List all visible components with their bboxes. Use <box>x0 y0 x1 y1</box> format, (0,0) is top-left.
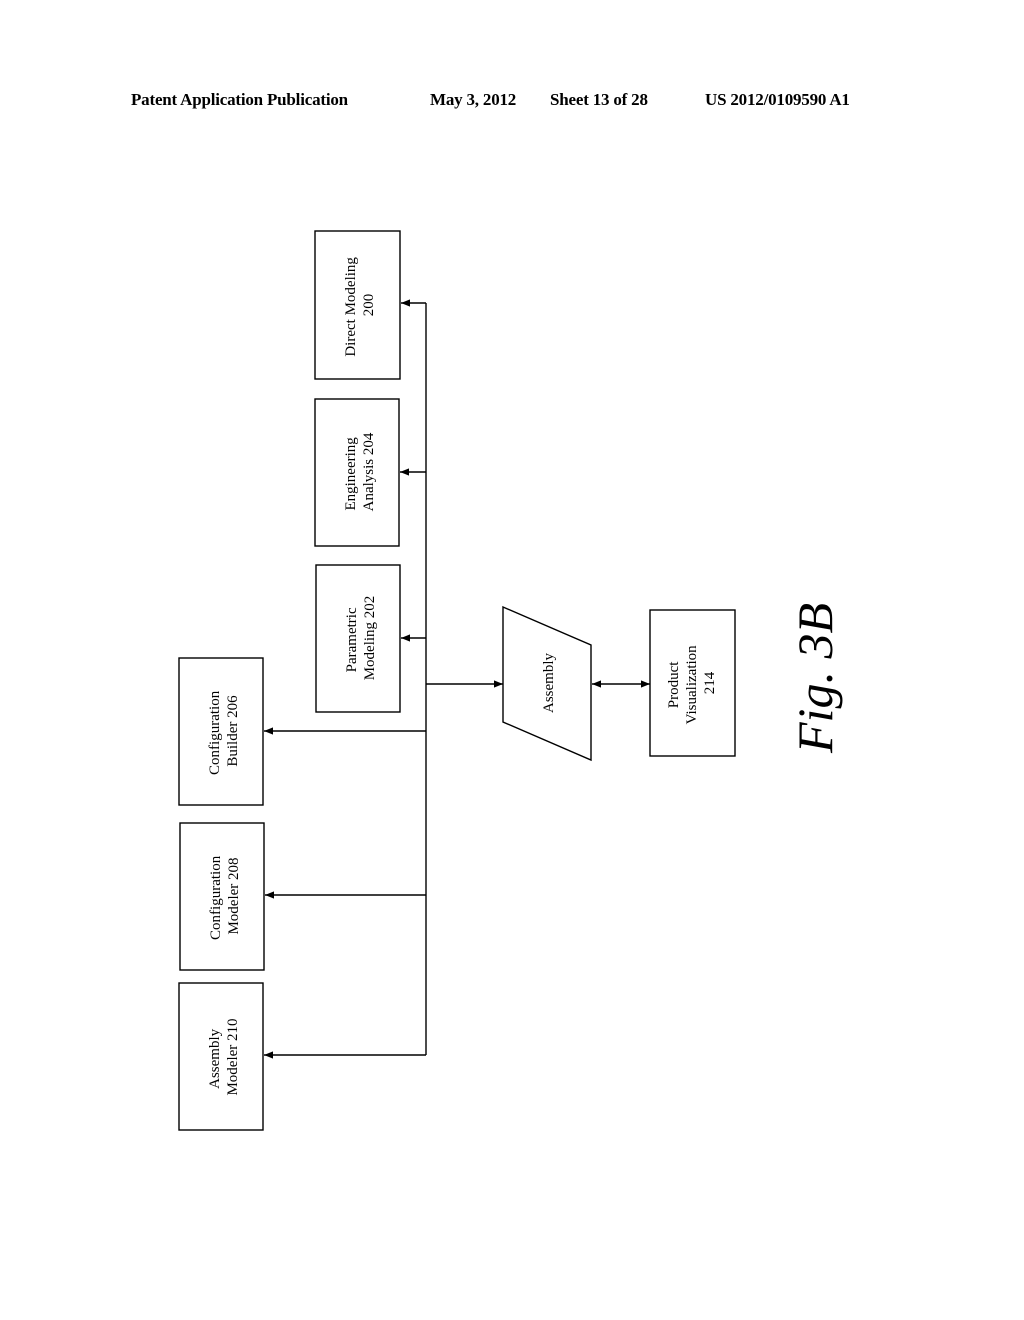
label-assembly: Assembly <box>541 653 557 714</box>
block-diagram: Direct Modeling 200 Engineering Analysis… <box>178 230 843 1131</box>
figure-label: Fig. 3B <box>787 603 843 754</box>
